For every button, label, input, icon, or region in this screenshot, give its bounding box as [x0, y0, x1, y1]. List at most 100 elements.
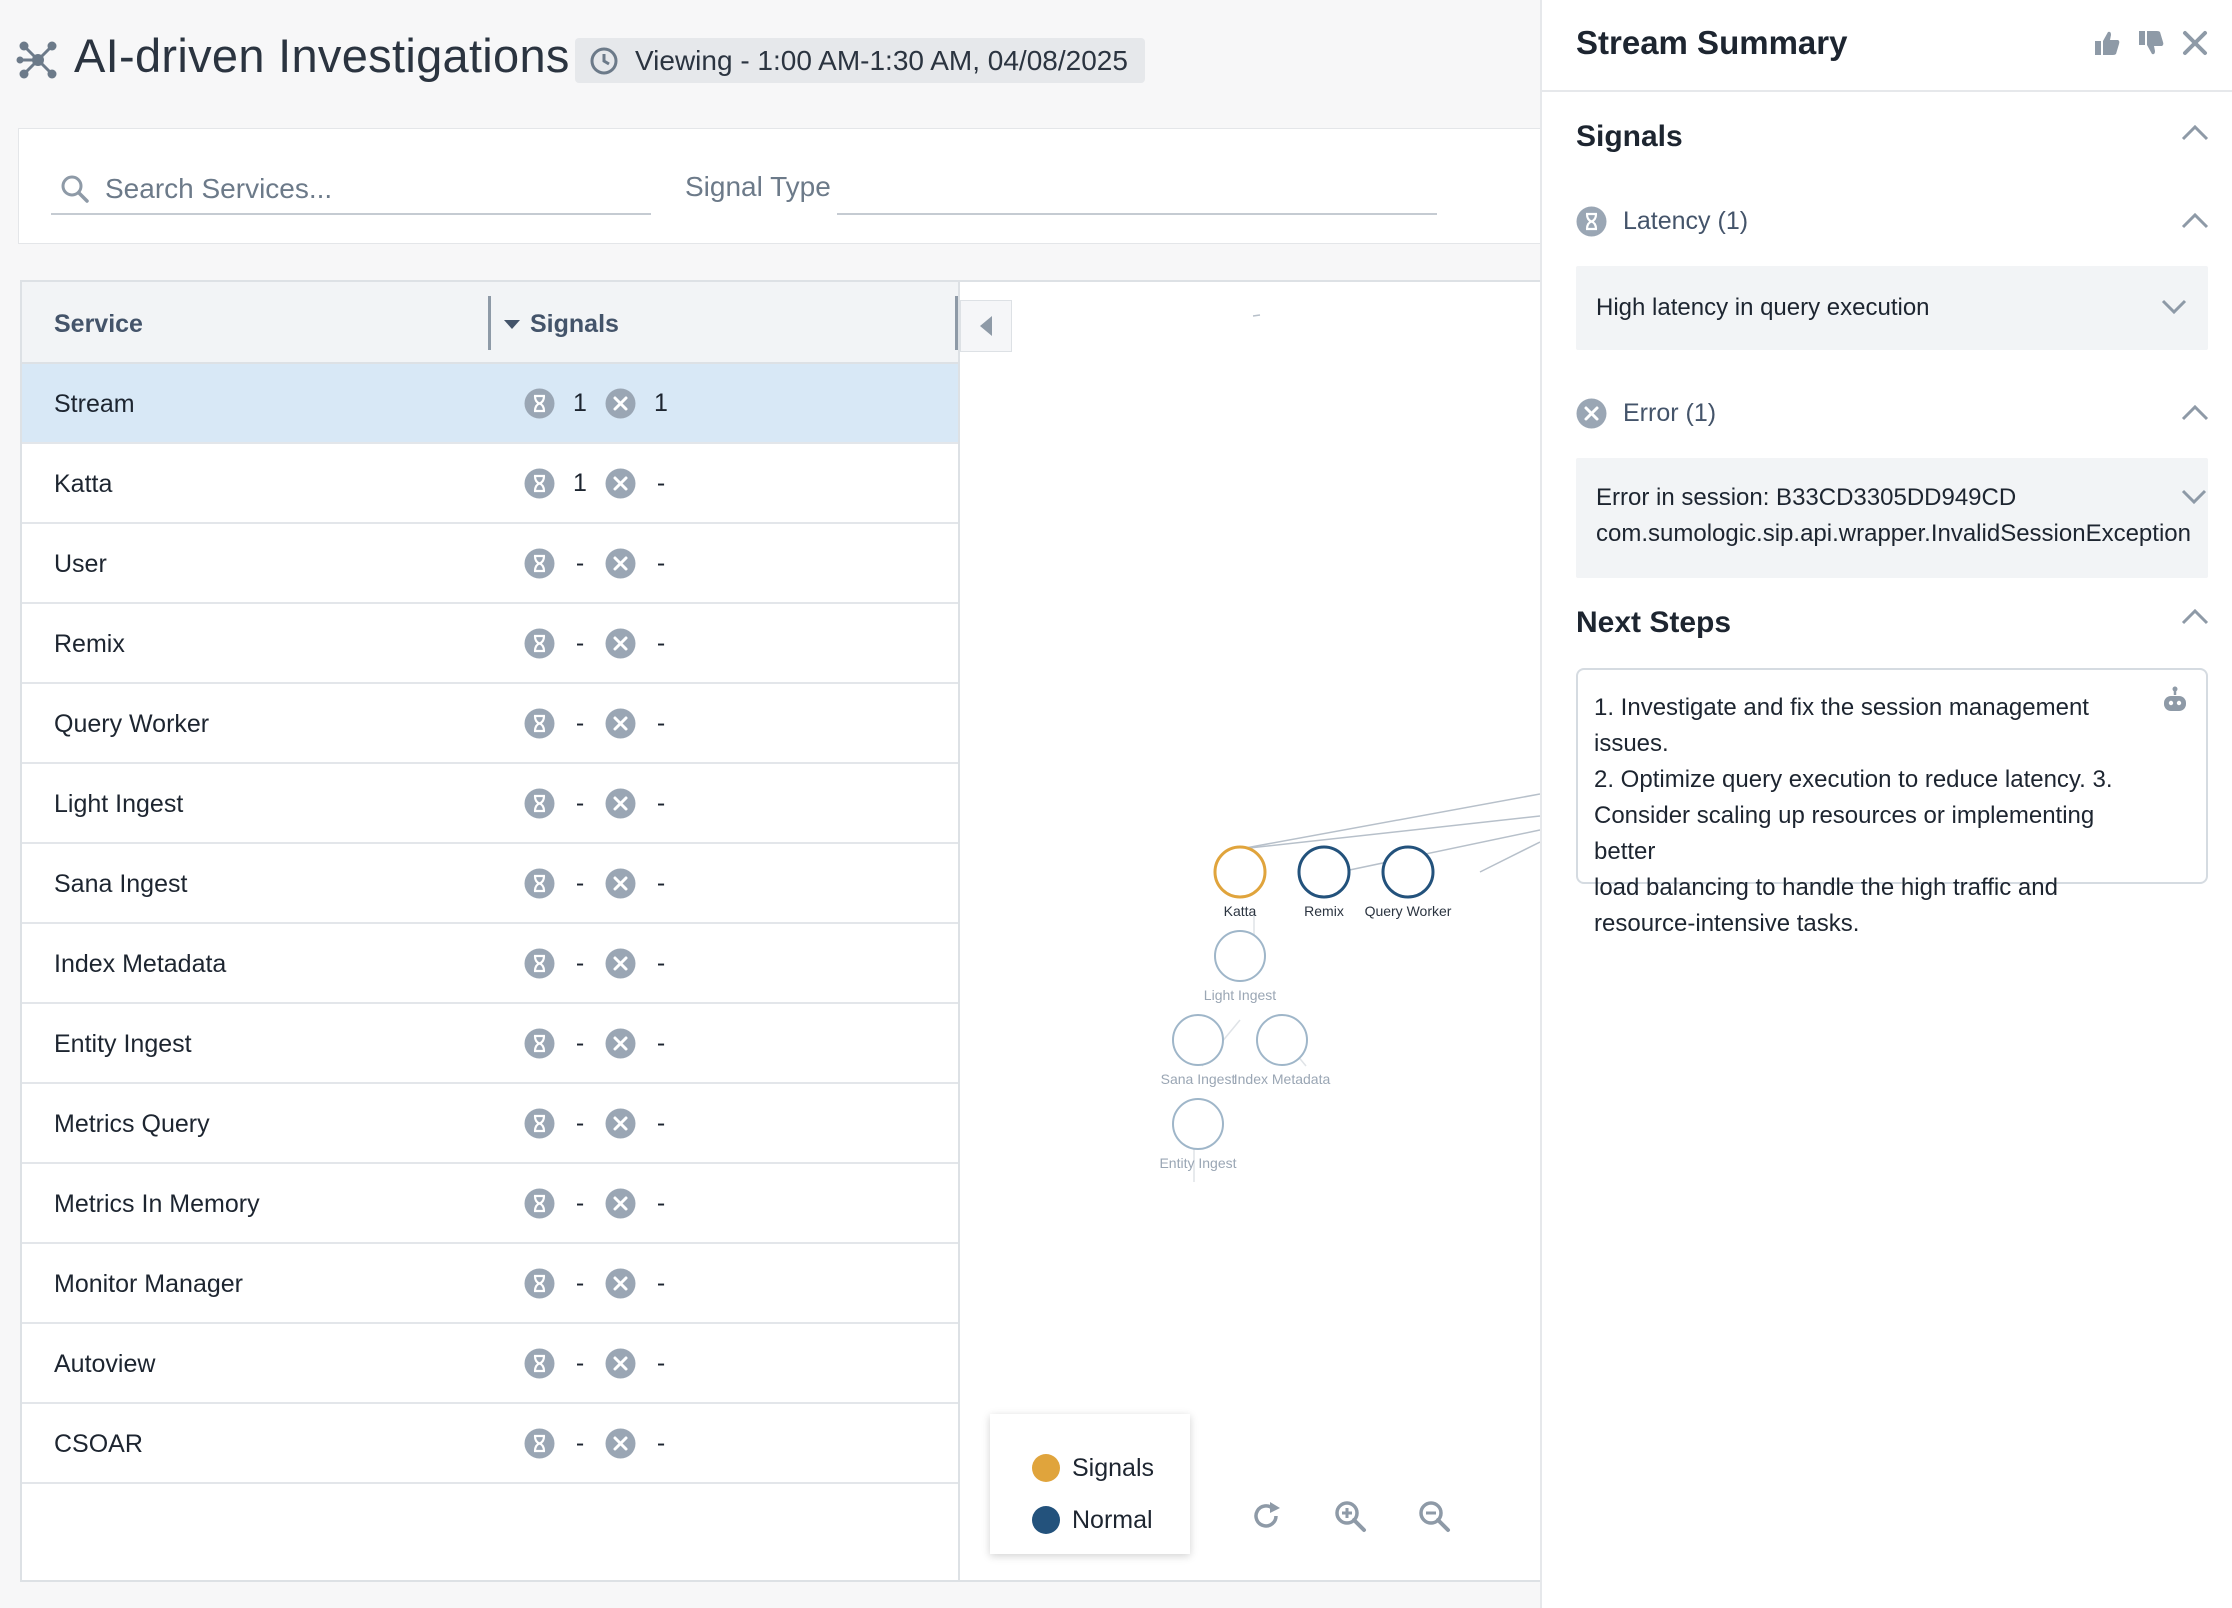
network-icon [16, 41, 57, 79]
legend-label-normal: Normal [1072, 1505, 1153, 1534]
graph-edge [1479, 841, 1540, 873]
table-row[interactable]: Index Metadata - - [22, 924, 958, 1004]
latency-group-header[interactable]: Latency (1) [1576, 206, 1748, 237]
table-row[interactable]: Stream 1 1 [22, 364, 958, 444]
column-resize-handle[interactable] [488, 296, 491, 350]
table-row[interactable]: Remix - - [22, 604, 958, 684]
graph-node[interactable] [1172, 1014, 1224, 1066]
service-name: Metrics Query [54, 1110, 210, 1138]
signal-counts: - - [524, 1188, 686, 1219]
table-row[interactable]: CSOAR - - [22, 1404, 958, 1484]
graph-node[interactable] [1381, 845, 1435, 899]
signals-section-title[interactable]: Signals [1576, 120, 1683, 154]
error-signal-item[interactable]: Error in session: B33CD3305DD949CD com.s… [1576, 458, 2208, 578]
close-icon[interactable] [2180, 28, 2210, 58]
column-resize-handle[interactable] [955, 296, 958, 350]
signal-counts: - - [524, 868, 686, 899]
clock-icon [590, 47, 618, 74]
zoom-in-icon[interactable] [1332, 1498, 1368, 1534]
filter-bar: Signal Type [18, 128, 1540, 244]
legend-dot-signals [1032, 1454, 1060, 1482]
table-row[interactable]: Metrics In Memory - - [22, 1164, 958, 1244]
latency-count: - [575, 709, 585, 737]
thumbs-down-icon[interactable] [2136, 28, 2166, 58]
error-count: - [656, 1429, 666, 1457]
latency-count: - [575, 549, 585, 577]
hourglass-icon [524, 1028, 555, 1059]
service-name: Autoview [54, 1350, 156, 1378]
column-header-signals-label: Signals [530, 310, 619, 338]
error-circle-icon [605, 1108, 636, 1139]
service-name: Index Metadata [54, 950, 227, 978]
chevron-up-icon[interactable] [2180, 402, 2210, 422]
thumbs-up-icon[interactable] [2092, 28, 2122, 58]
next-steps-title[interactable]: Next Steps [1576, 606, 1731, 640]
time-range-badge[interactable]: Viewing - 1:00 AM-1:30 AM, 04/08/2025 [575, 38, 1145, 83]
error-circle-icon [605, 548, 636, 579]
error-circle-icon [605, 948, 636, 979]
error-signal-text-line2: com.sumologic.sip.api.wrapper.InvalidSes… [1596, 520, 2191, 547]
error-signal-text-line1: Error in session: B33CD3305DD949CD [1596, 484, 2017, 511]
signal-counts: - - [524, 1348, 686, 1379]
zoom-out-icon[interactable] [1416, 1498, 1452, 1534]
error-circle-icon [605, 388, 636, 419]
latency-count: - [575, 1189, 585, 1217]
column-header-service[interactable]: Service [54, 310, 143, 339]
chevron-up-icon[interactable] [2180, 606, 2210, 626]
search-services-input[interactable] [105, 173, 625, 205]
panel-title: Stream Summary [1576, 24, 1848, 61]
next-steps-line: 1. Investigate and fix the session manag… [1594, 694, 2089, 757]
error-circle-icon [605, 1028, 636, 1059]
signal-counts: - - [524, 548, 686, 579]
latency-signal-item[interactable]: High latency in query execution [1576, 266, 2208, 350]
table-row[interactable]: Monitor Manager - - [22, 1244, 958, 1324]
graph-node[interactable] [1256, 1014, 1308, 1066]
next-steps-line: 2. Optimize query execution to reduce la… [1594, 766, 2113, 793]
hourglass-icon [524, 948, 555, 979]
chevron-up-icon[interactable] [2180, 122, 2210, 142]
error-count: - [656, 1109, 666, 1137]
error-count: - [656, 1269, 666, 1297]
chevron-up-icon[interactable] [2180, 210, 2210, 230]
service-name: Monitor Manager [54, 1270, 243, 1298]
latency-count: 1 [573, 389, 587, 417]
error-count: - [656, 629, 666, 657]
chevron-down-icon[interactable] [2160, 298, 2188, 316]
latency-count: - [575, 629, 585, 657]
signal-counts: - - [524, 1028, 686, 1059]
graph-canvas[interactable]: Katta Remix Query Worker Light Ingest Sana I… [960, 282, 1540, 1584]
table-row[interactable]: Katta 1 - [22, 444, 958, 524]
error-group-header[interactable]: Error (1) [1576, 398, 1716, 429]
error-count: - [656, 709, 666, 737]
error-circle-icon [1576, 398, 1607, 429]
graph-node[interactable] [1213, 845, 1267, 899]
table-row[interactable]: Metrics Query - - [22, 1084, 958, 1164]
hourglass-icon [524, 708, 555, 739]
search-box[interactable] [51, 165, 651, 215]
signal-type-select[interactable] [837, 165, 1437, 215]
graph-node-label: Remix [1304, 903, 1344, 919]
hourglass-icon [524, 868, 555, 899]
table-row[interactable]: Sana Ingest - - [22, 844, 958, 924]
refresh-icon[interactable] [1248, 1498, 1284, 1534]
next-steps-line: Consider scaling up resources or impleme… [1594, 802, 2095, 865]
next-steps-box: 1. Investigate and fix the session manag… [1576, 668, 2208, 937]
table-row[interactable]: Entity Ingest - - [22, 1004, 958, 1084]
table-row[interactable]: Query Worker - - [22, 684, 958, 764]
chevron-down-icon[interactable] [2180, 488, 2208, 506]
graph-node[interactable] [1214, 930, 1266, 982]
error-count: - [656, 1189, 666, 1217]
hourglass-icon [524, 468, 555, 499]
latency-count: - [575, 1109, 585, 1137]
column-header-signals[interactable]: Signals [504, 310, 619, 339]
hourglass-icon [524, 548, 555, 579]
latency-count: 1 [573, 469, 587, 497]
graph-node[interactable] [1172, 1098, 1224, 1150]
signal-counts: 1 - [524, 468, 686, 499]
service-graph: Katta Remix Query Worker Light Ingest Sana I… [960, 280, 1540, 1582]
graph-node[interactable] [1297, 845, 1351, 899]
latency-signal-text: High latency in query execution [1596, 294, 1930, 321]
table-row[interactable]: Autoview - - [22, 1324, 958, 1404]
table-row[interactable]: User - - [22, 524, 958, 604]
table-row[interactable]: Light Ingest - - [22, 764, 958, 844]
